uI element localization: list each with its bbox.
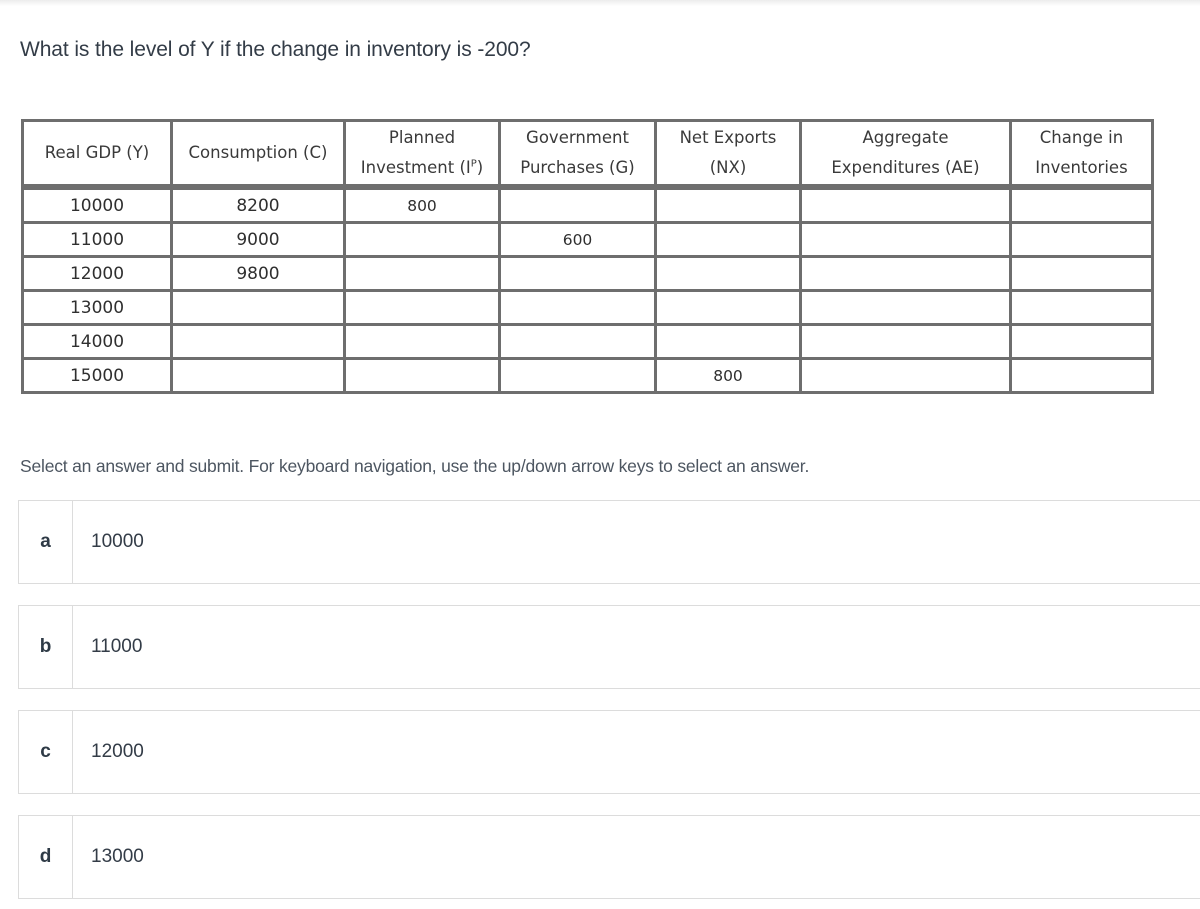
cell-real-gdp: 11000 — [21, 221, 173, 258]
cell-change-in-inventories — [1009, 357, 1154, 394]
cell-planned-investment — [343, 289, 501, 326]
cell-aggregate-expenditures — [799, 323, 1012, 360]
option-letter: a — [19, 501, 73, 583]
table-row: 10000 8200 800 — [21, 185, 1154, 224]
header-real-gdp: Real GDP (Y) — [21, 119, 173, 190]
cell-net-exports: 800 — [654, 357, 802, 394]
header-label-line2: Purchases (G) — [520, 158, 635, 177]
cell-consumption — [170, 323, 346, 360]
cell-planned-investment — [343, 323, 501, 360]
cell-aggregate-expenditures — [799, 255, 1012, 292]
header-government-purchases: Government Purchases (G) — [498, 119, 657, 190]
cell-real-gdp: 12000 — [21, 255, 173, 292]
cell-change-in-inventories — [1009, 323, 1154, 360]
header-label-line1: Planned — [388, 128, 456, 147]
option-value: 13000 — [91, 846, 144, 867]
cell-net-exports — [654, 289, 802, 326]
top-shadow — [0, 0, 1200, 6]
cell-aggregate-expenditures — [799, 221, 1012, 258]
cell-government-purchases — [498, 323, 657, 360]
header-label: Real GDP (Y) — [44, 143, 150, 162]
header-planned-investment: Planned Investment (IP) — [343, 119, 501, 190]
cell-net-exports — [654, 323, 802, 360]
cell-real-gdp: 10000 — [21, 185, 173, 224]
answer-option-d[interactable]: d 13000 — [18, 815, 1200, 899]
answer-option-a[interactable]: a 10000 — [18, 500, 1200, 584]
data-table-container: Real GDP (Y) Consumption (C) Planned Inv… — [21, 119, 1154, 394]
option-letter: d — [19, 816, 73, 898]
header-label-line2: Inventories — [1035, 158, 1128, 177]
cell-net-exports — [654, 255, 802, 292]
instructions-text: Select an answer and submit. For keyboar… — [20, 456, 810, 476]
cell-net-exports — [654, 185, 802, 224]
table-row: 11000 9000 600 — [21, 221, 1154, 258]
header-label-line2: Expenditures (AE) — [831, 158, 980, 177]
header-label-line2-end: ) — [476, 158, 484, 177]
cell-consumption — [170, 357, 346, 394]
answer-option-c[interactable]: c 12000 — [18, 710, 1200, 794]
header-label-line1: Government — [526, 128, 629, 147]
cell-government-purchases — [498, 185, 657, 224]
cell-consumption: 9000 — [170, 221, 346, 258]
option-value: 10000 — [91, 531, 144, 552]
header-label-line2: (NX) — [709, 158, 747, 177]
table-row: 15000 800 — [21, 357, 1154, 394]
cell-planned-investment — [343, 221, 501, 258]
answer-option-b[interactable]: b 11000 — [18, 605, 1200, 689]
economics-table: Real GDP (Y) Consumption (C) Planned Inv… — [21, 119, 1154, 394]
cell-consumption: 9800 — [170, 255, 346, 292]
cell-planned-investment — [343, 255, 501, 292]
cell-planned-investment — [343, 357, 501, 394]
option-value: 12000 — [91, 741, 144, 762]
cell-government-purchases — [498, 357, 657, 394]
cell-aggregate-expenditures — [799, 289, 1012, 326]
cell-government-purchases: 600 — [498, 221, 657, 258]
cell-aggregate-expenditures — [799, 185, 1012, 224]
header-label: Consumption (C) — [188, 143, 328, 162]
table-header-row: Real GDP (Y) Consumption (C) Planned Inv… — [21, 119, 1154, 190]
cell-aggregate-expenditures — [799, 357, 1012, 394]
cell-government-purchases — [498, 255, 657, 292]
header-net-exports: Net Exports (NX) — [654, 119, 802, 190]
cell-consumption — [170, 289, 346, 326]
cell-real-gdp: 14000 — [21, 323, 173, 360]
cell-net-exports — [654, 221, 802, 258]
table-row: 13000 — [21, 289, 1154, 326]
header-label-line1: Change in — [1039, 128, 1124, 147]
option-letter: c — [19, 711, 73, 793]
header-label-line1: Net Exports — [679, 128, 777, 147]
table-row: 12000 9800 — [21, 255, 1154, 292]
cell-consumption: 8200 — [170, 185, 346, 224]
cell-change-in-inventories — [1009, 221, 1154, 258]
cell-change-in-inventories — [1009, 289, 1154, 326]
cell-government-purchases — [498, 289, 657, 326]
question-text: What is the level of Y if the change in … — [20, 38, 531, 61]
cell-planned-investment: 800 — [343, 185, 501, 224]
cell-real-gdp: 15000 — [21, 357, 173, 394]
cell-real-gdp: 13000 — [21, 289, 173, 326]
header-change-in-inventories: Change in Inventories — [1009, 119, 1154, 190]
header-label-line1: Aggregate — [862, 128, 949, 147]
header-aggregate-expenditures: Aggregate Expenditures (AE) — [799, 119, 1012, 190]
option-value: 11000 — [91, 636, 143, 657]
option-letter: b — [19, 606, 73, 688]
header-consumption: Consumption (C) — [170, 119, 346, 190]
cell-change-in-inventories — [1009, 255, 1154, 292]
table-row: 14000 — [21, 323, 1154, 360]
header-label-line2: Investment (I — [360, 158, 471, 177]
cell-change-in-inventories — [1009, 185, 1154, 224]
